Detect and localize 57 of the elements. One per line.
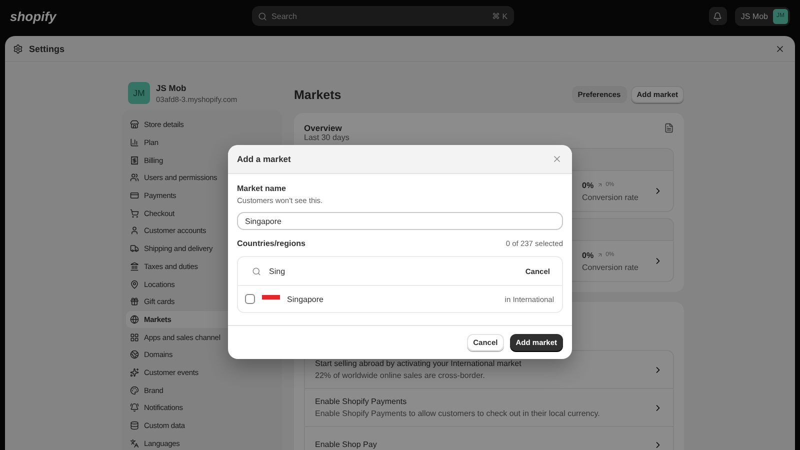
market-name-field[interactable]: Singapore — [237, 212, 563, 230]
grid-icon — [130, 332, 139, 342]
bank-icon — [130, 262, 139, 271]
settings-icon — [13, 44, 23, 54]
bell-icon — [130, 403, 139, 412]
document-icon[interactable] — [664, 123, 674, 133]
suggestion-title: Start selling abroad by activating your International market — [315, 359, 522, 368]
page-title: Markets — [294, 88, 342, 102]
bar-chart-icon — [130, 138, 139, 148]
metric-value: 0% — [582, 250, 594, 260]
metric-value: 0% — [582, 180, 594, 190]
suggestion-title: Enable Shop Pay — [315, 440, 377, 449]
users-icon — [130, 173, 139, 182]
palette-icon — [130, 386, 139, 395]
cart-icon — [130, 208, 139, 218]
trend-icon — [596, 182, 603, 188]
globe-icon — [130, 350, 139, 360]
checkbox[interactable] — [245, 294, 255, 304]
suggestion-row[interactable]: Enable Shopify Payments Enable Shopify Payments to allow customers to check out in their local currency. — [305, 389, 673, 427]
metric-label: Conversion rate — [582, 192, 640, 202]
notifications-button[interactable] — [708, 7, 727, 25]
map-pin-icon — [130, 280, 139, 289]
store-avatar: JM — [128, 82, 150, 104]
sparkle-icon — [130, 368, 139, 377]
receipt-icon — [130, 156, 139, 165]
shopify-logo[interactable]: shopify — [10, 8, 56, 24]
search-icon — [252, 266, 261, 276]
dialog-title: Add a market — [237, 154, 291, 164]
truck-icon — [130, 244, 139, 254]
bell-icon — [713, 12, 722, 20]
card-title: Overview — [304, 123, 343, 133]
suggestion-title: Enable Shopify Payments — [315, 397, 408, 406]
suggestion-text: 22% of worldwide online sales are cross-border. — [315, 371, 486, 380]
metric-label: Conversion rate — [582, 262, 640, 272]
database-icon — [130, 421, 139, 430]
suggestion-row[interactable]: Enable Shop Pay — [305, 427, 673, 450]
suggestion-text: Enable Shopify Payments to allow customers to check out in their local currency. — [315, 409, 600, 418]
person-icon — [130, 226, 139, 236]
date-range: Last 30 days — [304, 133, 350, 142]
region-name: Singapore — [287, 294, 324, 304]
languages-icon — [130, 438, 139, 448]
search-icon — [258, 12, 267, 20]
field-label: Market name — [237, 184, 287, 193]
search-field[interactable]: Search ⌘ K — [252, 6, 514, 26]
store-name: JS Mob — [156, 82, 188, 92]
region-search-field[interactable]: Sing — [267, 266, 518, 276]
search-placeholder: Search — [272, 12, 298, 20]
store-icon — [130, 120, 139, 130]
field-label: Countries/regions — [237, 239, 306, 248]
credit-card-icon — [130, 191, 139, 200]
close-icon[interactable] — [775, 44, 785, 54]
settings-title: Settings — [29, 44, 66, 54]
trend-icon — [596, 252, 603, 258]
globe-icon — [130, 314, 139, 324]
close-icon[interactable] — [552, 154, 562, 164]
gift-icon — [130, 297, 139, 306]
keyboard-shortcut: ⌘ K — [492, 12, 508, 20]
